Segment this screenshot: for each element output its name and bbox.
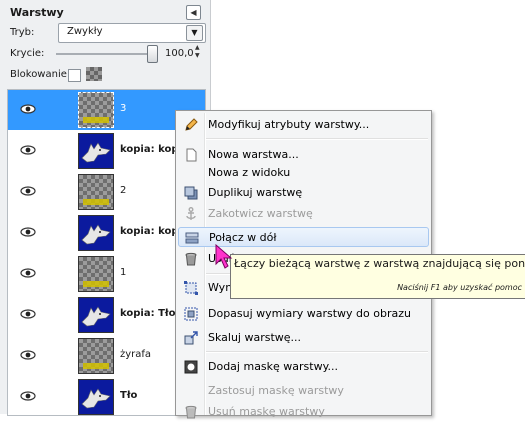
layer-thumbnail	[78, 215, 114, 251]
layer-name: Tło	[120, 390, 138, 401]
scale-icon	[183, 330, 199, 346]
new-layer-icon	[183, 147, 199, 163]
mode-select[interactable]: Zwykły ▼	[58, 23, 206, 43]
merge-down-icon	[184, 230, 200, 246]
layer-to-image-icon	[183, 306, 199, 322]
eye-icon[interactable]	[20, 390, 36, 402]
delete-mask-icon	[183, 404, 199, 420]
opacity-slider-handle[interactable]	[147, 45, 158, 63]
opacity-slider[interactable]	[56, 53, 156, 55]
menu-item[interactable]: Skaluj warstwę...	[178, 328, 429, 348]
opacity-value[interactable]: 100,0	[165, 48, 194, 59]
eye-icon[interactable]	[20, 226, 36, 238]
lock-pixels-checkbox[interactable]	[68, 69, 81, 82]
duplicate-icon	[183, 185, 199, 201]
menu-item[interactable]: Dodaj maskę warstwy...	[178, 357, 429, 377]
eye-icon[interactable]	[20, 267, 36, 279]
eye-icon[interactable]	[20, 349, 36, 361]
mode-value: Zwykły	[67, 26, 103, 37]
layer-name: 1	[120, 267, 127, 278]
layer-thumbnail	[78, 92, 114, 128]
menu-item[interactable]: Dopasuj wymiary warstwy do obrazu	[178, 304, 429, 324]
layer-thumbnail	[78, 133, 114, 169]
menu-item[interactable]: Nowa z widoku	[178, 163, 429, 183]
menu-item-label: Połącz w dół	[209, 231, 277, 244]
tooltip-text: Łączy bieżącą warstwę z warstwą znajdują…	[234, 257, 525, 270]
eye-icon[interactable]	[20, 308, 36, 320]
chevron-down-icon[interactable]: ▼	[186, 25, 203, 41]
menu-separator	[206, 138, 428, 140]
menu-item-label: Nowa warstwa...	[208, 148, 299, 161]
menu-item-label: Dodaj maskę warstwy...	[208, 360, 339, 373]
menu-item-label: Zastosuj maskę warstwy	[208, 384, 344, 397]
trash-icon	[183, 251, 199, 267]
panel-menu-button[interactable]: ◀	[186, 5, 201, 20]
lock-label: Blokowanie:	[10, 69, 71, 80]
layer-thumbnail	[78, 174, 114, 210]
layer-name: 3	[120, 103, 127, 114]
layer-thumbnail	[78, 256, 114, 292]
opacity-spin-buttons[interactable]: ▲ ▼	[195, 44, 205, 62]
eye-icon[interactable]	[20, 144, 36, 156]
menu-item-label: Duplikuj warstwę	[208, 186, 303, 199]
menu-item-label: Zakotwicz warstwę	[208, 207, 313, 220]
opacity-label: Krycie:	[10, 48, 45, 59]
lock-alpha-icon[interactable]	[86, 67, 102, 81]
eye-icon[interactable]	[20, 185, 36, 197]
menu-item: Usuń maskę warstwy	[178, 402, 429, 422]
add-mask-icon	[183, 359, 199, 375]
menu-item[interactable]: Modyfikuj atrybuty warstwy...	[178, 115, 429, 135]
menu-separator	[206, 351, 428, 353]
menu-item: Zakotwicz warstwę	[178, 204, 429, 224]
mode-label: Tryb:	[10, 27, 35, 38]
layer-thumbnail	[78, 379, 114, 415]
menu-item-label: Skaluj warstwę...	[208, 331, 302, 344]
menu-item-label: Modyfikuj atrybuty warstwy...	[208, 118, 370, 131]
anchor-icon	[183, 206, 199, 222]
layer-name: kopia: Tło	[120, 308, 176, 319]
layer-thumbnail	[78, 297, 114, 333]
layer-name: żyrafa	[120, 349, 152, 360]
eye-icon[interactable]	[20, 103, 36, 115]
layer-boundary-icon	[183, 280, 199, 296]
mouse-cursor-icon	[215, 244, 233, 269]
layer-name: 2	[120, 185, 127, 196]
panel-title: Warstwy	[10, 6, 64, 19]
menu-item[interactable]: Nowa warstwa...	[178, 145, 429, 165]
tooltip-hint: Naciśnij F1 aby uzyskać pomoc	[397, 283, 522, 292]
menu-item-label: Usuń maskę warstwy	[208, 405, 325, 418]
tooltip: Łączy bieżącą warstwę z warstwą znajdują…	[230, 254, 525, 299]
menu-item: Zastosuj maskę warstwy	[178, 381, 429, 401]
layer-thumbnail	[78, 338, 114, 374]
menu-item-label: Nowa z widoku	[208, 166, 291, 179]
pencil-icon	[183, 117, 199, 133]
menu-item-label: Dopasuj wymiary warstwy do obrazu	[208, 307, 411, 320]
menu-item[interactable]: Duplikuj warstwę	[178, 183, 429, 203]
